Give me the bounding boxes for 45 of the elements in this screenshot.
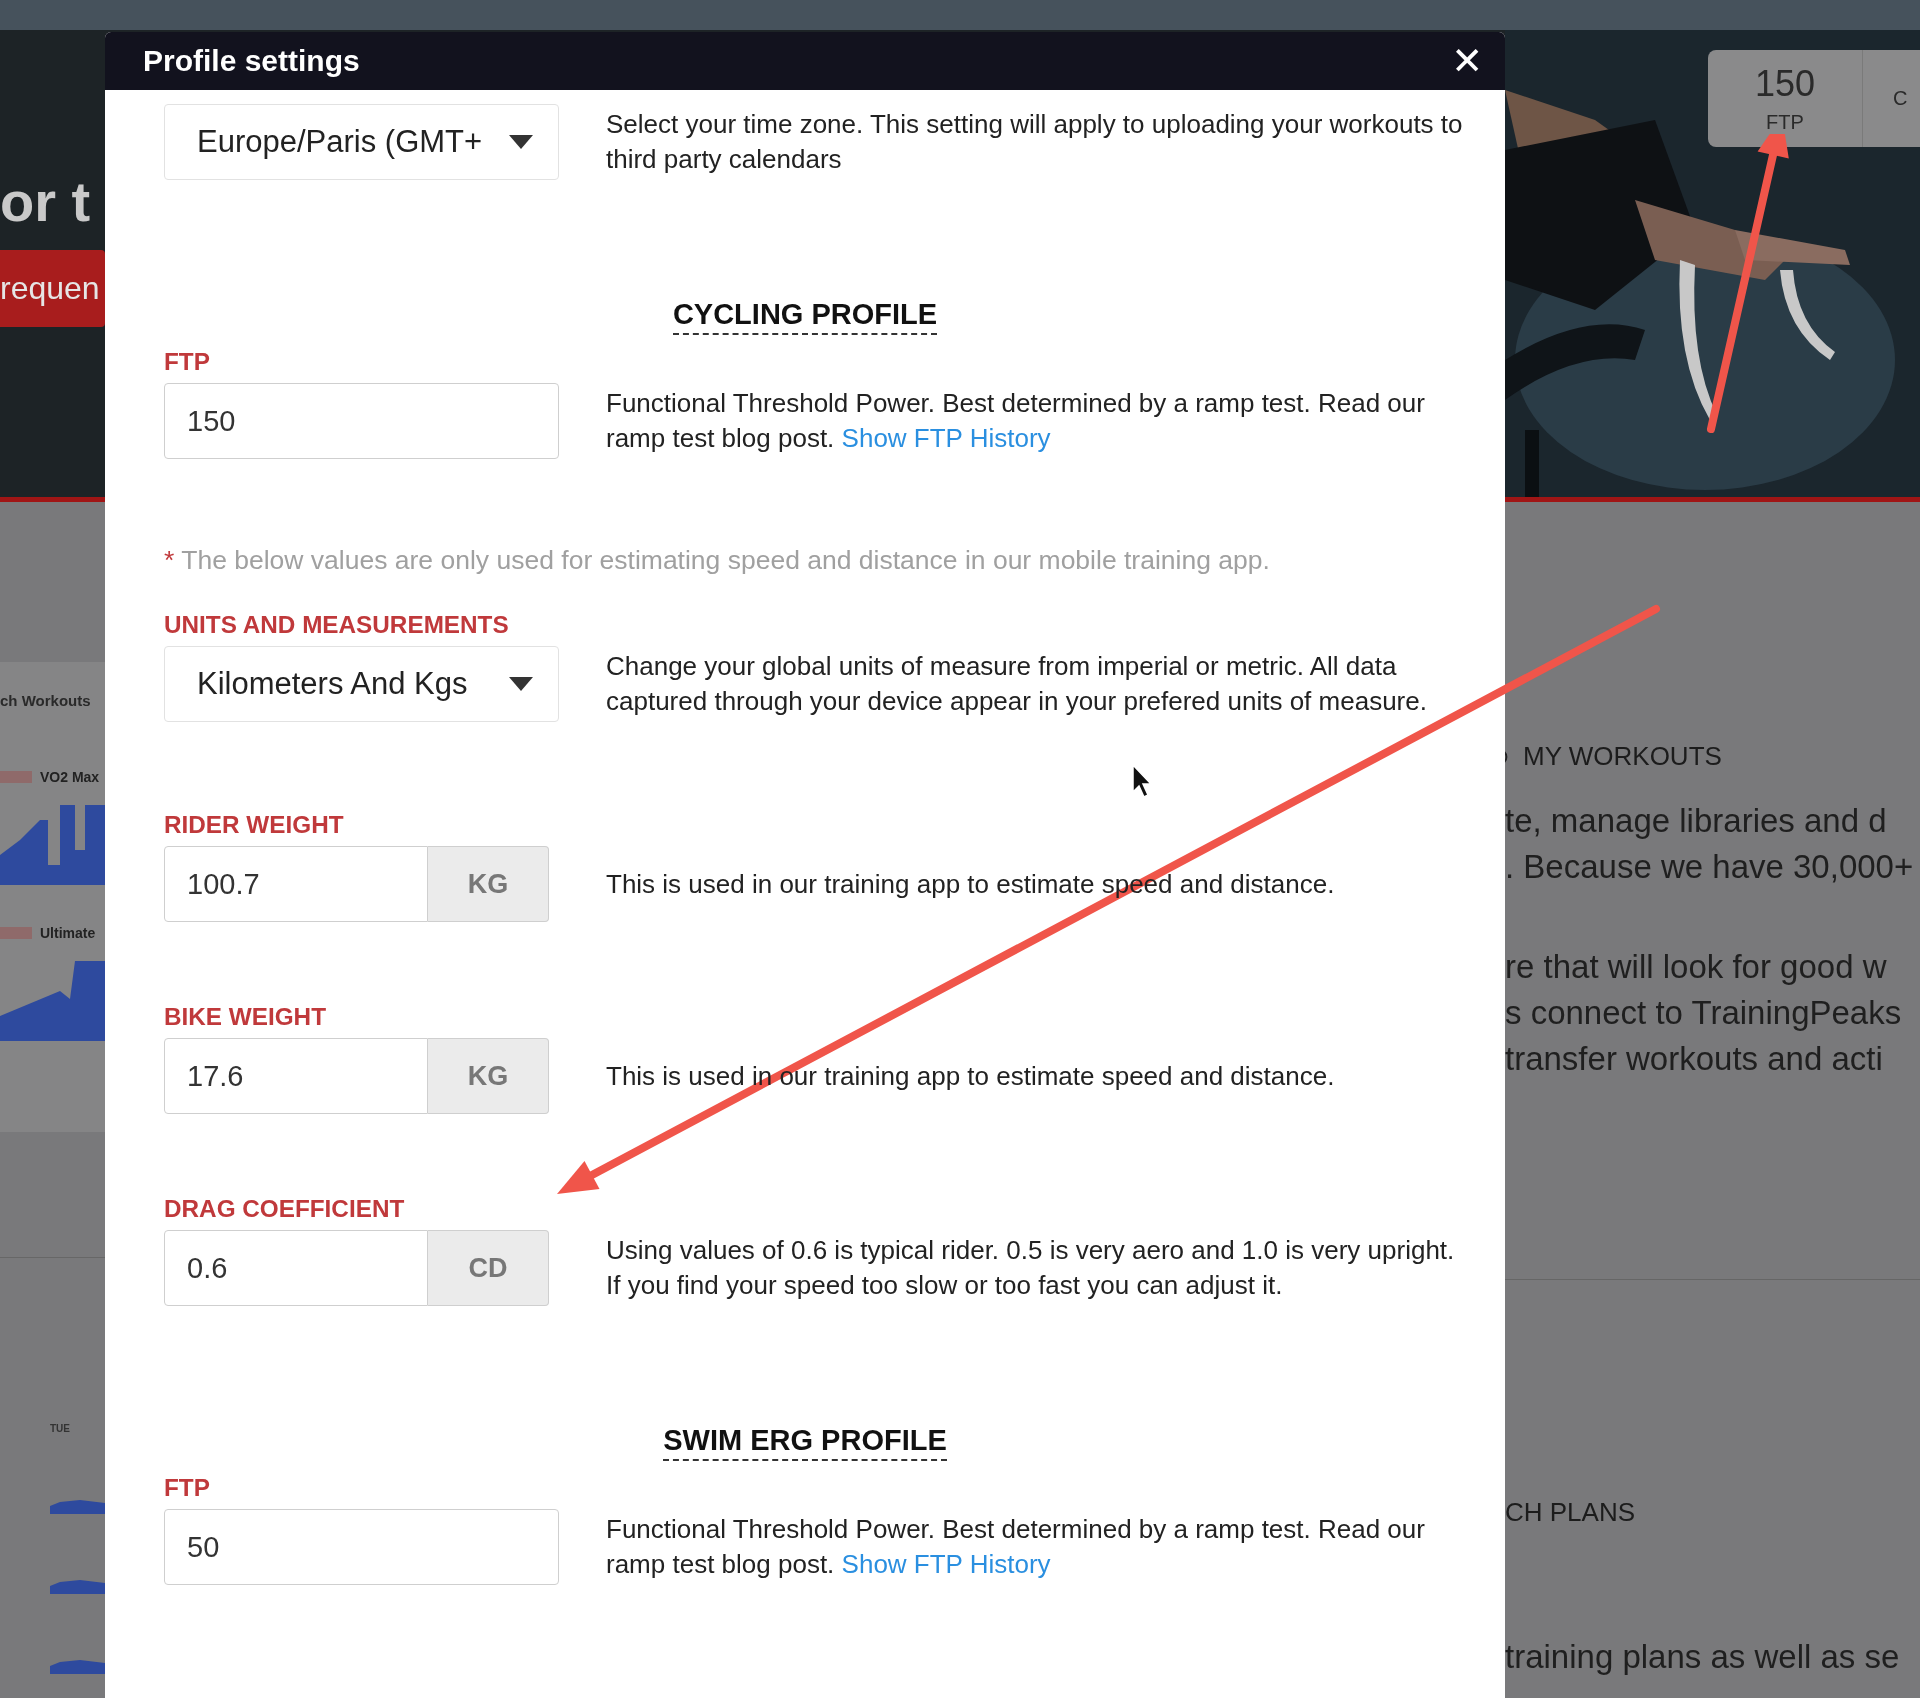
- field-label: BIKE WEIGHT: [164, 1004, 327, 1030]
- input-field[interactable]: 150: [164, 383, 559, 459]
- hero-button[interactable]: requen: [0, 250, 105, 327]
- note-text: * The below values are only used for estimating speed and distance in our mobile training app.: [164, 545, 1271, 576]
- section-title: MY WORKOUTS: [1523, 741, 1722, 772]
- category-tag: [0, 927, 32, 939]
- unit-label: CD: [428, 1230, 549, 1306]
- field-label: RIDER WEIGHT: [164, 812, 345, 838]
- dialog-title: Profile settings: [143, 44, 360, 78]
- section-title: CH PLANS: [1505, 1497, 1637, 1528]
- paragraph-line: re that will look for good w: [1505, 947, 1888, 987]
- paragraph-line: te, manage libraries and d: [1505, 801, 1888, 841]
- field-label: UNITS AND MEASUREMENTS: [164, 612, 510, 638]
- weekday-label: TUE: [50, 1423, 71, 1434]
- field-description: Select your time zone. This setting will apply to uploading your workouts to third party calendars: [606, 108, 1464, 176]
- close-button[interactable]: ✕: [1451, 42, 1483, 80]
- section-heading: SWIM ERG PROFILE: [663, 1424, 947, 1461]
- paragraph-line: s connect to TrainingPeaks: [1505, 993, 1903, 1033]
- paragraph-line: . Because we have 30,000+: [1505, 847, 1915, 887]
- card-title: ch Workouts: [0, 692, 92, 709]
- field-label: FTP: [164, 1475, 211, 1501]
- section-heading: CYCLING PROFILE: [672, 298, 938, 335]
- field-label: FTP: [164, 349, 211, 375]
- input-field[interactable]: 0.6: [164, 1230, 428, 1306]
- workout-name: Ultimate: [40, 925, 96, 941]
- input-field[interactable]: 17.6: [164, 1038, 428, 1114]
- input-field[interactable]: 100.7: [164, 846, 428, 922]
- field-description: Using values of 0.6 is typical rider. 0.5 is very aero and 1.0 is very upright. If you find your speed too slow or too fast you can adjust it.: [606, 1234, 1456, 1302]
- input-field[interactable]: 50: [164, 1509, 559, 1585]
- unit-label: KG: [428, 846, 549, 922]
- caret-icon: [509, 677, 533, 691]
- hero-heading: or t: [0, 170, 92, 234]
- stat-value: 150: [1754, 63, 1816, 105]
- unit-label: KG: [428, 1038, 549, 1114]
- field-description: Functional Threshold Power. Best determined by a ramp test. Read our ramp test blog post. Show FTP History: [606, 1513, 1426, 1581]
- field-label: DRAG COEFFICIENT: [164, 1196, 406, 1222]
- field-description: Change your global units of measure from imperial or metric. All data captured through your device appear in your prefered units of measure.: [606, 650, 1428, 718]
- paragraph-line: training plans as well as se: [1505, 1638, 1901, 1676]
- caret-icon: [509, 135, 533, 149]
- field-description: Functional Threshold Power. Best determined by a ramp test. Read our ramp test blog post. Show FTP History: [606, 387, 1426, 455]
- dropdown[interactable]: Kilometers And Kgs: [164, 646, 559, 722]
- category-tag: [0, 771, 32, 783]
- paragraph-line: transfer workouts and acti: [1505, 1039, 1884, 1079]
- workout-name: VO2 Max: [40, 769, 100, 785]
- dropdown[interactable]: Europe/Paris (GMT+: [164, 104, 559, 180]
